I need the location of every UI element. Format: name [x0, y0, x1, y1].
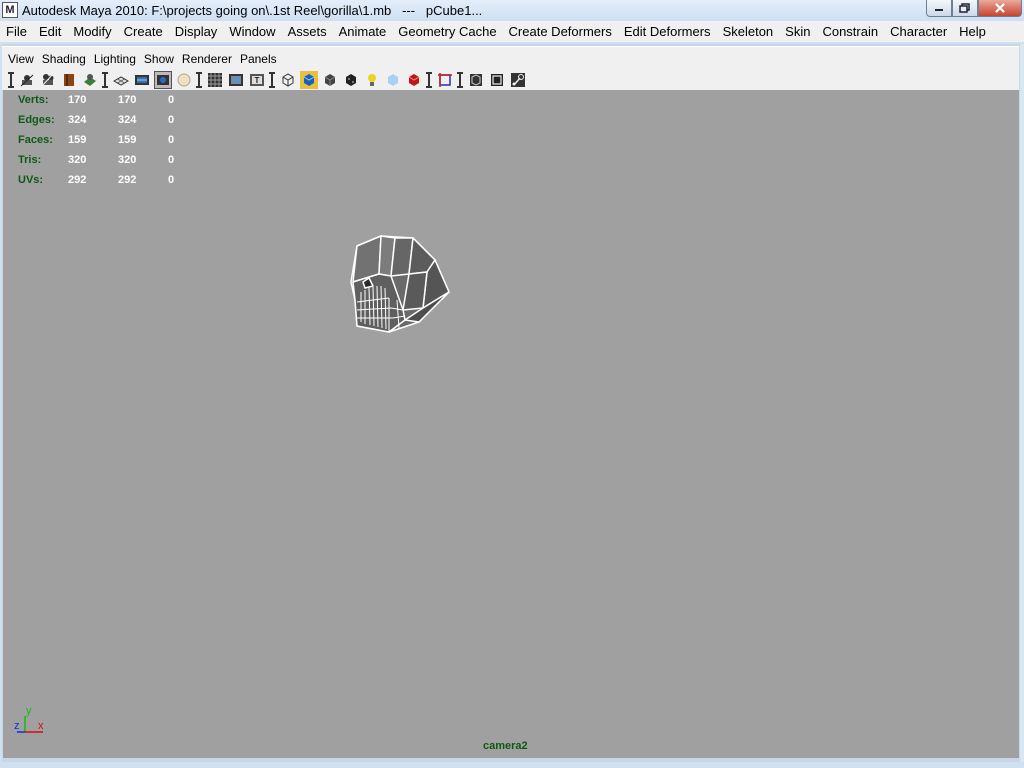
textured-icon[interactable]	[342, 71, 360, 89]
safe-action-icon[interactable]	[227, 71, 245, 89]
hud-row: Faces: 159 159 0	[18, 130, 188, 150]
gate-mask-icon[interactable]	[175, 71, 193, 89]
panel-menu-panels[interactable]: Panels	[236, 52, 281, 66]
axis-x-label: x	[38, 720, 44, 732]
poly-count-hud: Verts: 170 170 0 Edges: 324 324 0 Faces: 159 159 0 T…	[18, 90, 188, 190]
hud-value-other: 0	[168, 114, 175, 126]
panel-menu-view[interactable]: View	[2, 52, 38, 66]
hud-value-total: 159	[118, 134, 137, 146]
close-button[interactable]	[978, 0, 1022, 17]
window-controls	[926, 0, 1022, 18]
shadows-icon[interactable]	[384, 71, 402, 89]
maximize-button[interactable]	[952, 0, 978, 17]
menu-skin[interactable]: Skin	[779, 21, 816, 42]
title-bar: M Autodesk Maya 2010: F:\projects going …	[0, 0, 1024, 21]
hud-value-selected: 320	[68, 154, 87, 166]
use-lights-icon[interactable]	[363, 71, 381, 89]
maximize-icon	[959, 3, 970, 13]
minimize-icon	[935, 9, 943, 11]
hud-value-total: 324	[118, 114, 137, 126]
resolution-gate-icon[interactable]	[153, 70, 172, 89]
bookmark-icon[interactable]	[60, 71, 78, 89]
toolbar-separator	[196, 71, 202, 88]
right-border	[1020, 44, 1024, 762]
backface-culling-icon[interactable]	[488, 71, 506, 89]
menu-character[interactable]: Character	[884, 21, 953, 42]
select-camera-icon[interactable]	[18, 71, 36, 89]
menu-edit[interactable]: Edit	[33, 21, 67, 42]
shade-default-icon[interactable]	[321, 71, 339, 89]
hud-value-other: 0	[168, 134, 175, 146]
hud-label: Verts:	[18, 94, 49, 106]
image-plane-icon[interactable]	[81, 71, 99, 89]
window-title: Autodesk Maya 2010: F:\projects going on…	[22, 3, 483, 18]
joint-xray-icon[interactable]	[509, 71, 527, 89]
toolbar-separator	[269, 71, 275, 88]
bottom-border	[0, 762, 1024, 768]
hud-value-total: 292	[118, 174, 137, 186]
panel-toolbar: T	[2, 69, 1019, 90]
menu-geometry-cache[interactable]: Geometry Cache	[392, 21, 502, 42]
toolbar-separator	[457, 71, 463, 88]
menu-display[interactable]: Display	[169, 21, 224, 42]
minimize-button[interactable]	[926, 0, 952, 17]
hud-label: Edges:	[18, 114, 55, 126]
maya-icon[interactable]: M	[2, 2, 18, 18]
hud-label: UVs:	[18, 174, 44, 186]
menu-animate[interactable]: Animate	[333, 21, 393, 42]
toolbar-separator	[8, 71, 14, 88]
toolbar-separator	[102, 71, 108, 88]
camera-name-label: camera2	[483, 740, 528, 752]
wireframe-icon[interactable]	[279, 71, 297, 89]
menu-skeleton[interactable]: Skeleton	[717, 21, 780, 42]
smooth-shade-icon[interactable]	[299, 70, 318, 89]
menu-window[interactable]: Window	[223, 21, 281, 42]
panel-menu-bar: View Shading Lighting Show Renderer Panels	[2, 46, 1019, 70]
hud-value-total: 170	[118, 94, 137, 106]
menu-create-deformers[interactable]: Create Deformers	[503, 21, 618, 42]
hud-label: Tris:	[18, 154, 42, 166]
close-icon	[995, 3, 1005, 13]
hud-row: UVs: 292 292 0	[18, 170, 188, 190]
hud-value-other: 0	[168, 94, 175, 106]
axis-z-label: z	[14, 720, 20, 732]
camera-attributes-icon[interactable]	[39, 71, 57, 89]
hud-value-selected: 159	[68, 134, 87, 146]
safe-title-icon[interactable]: T	[248, 71, 266, 89]
wireframe-on-shaded-icon[interactable]	[467, 71, 485, 89]
hud-row: Edges: 324 324 0	[18, 110, 188, 130]
menu-help[interactable]: Help	[953, 21, 992, 42]
xray-icon[interactable]	[405, 71, 423, 89]
isolate-select-icon[interactable]	[436, 71, 454, 89]
panel-menu-renderer[interactable]: Renderer	[178, 52, 236, 66]
menu-assets[interactable]: Assets	[282, 21, 333, 42]
main-menu-bar: File Edit Modify Create Display Window Assets A…	[0, 21, 1024, 42]
gorilla-head-mesh[interactable]	[343, 230, 463, 340]
hud-value-selected: 170	[68, 94, 87, 106]
hud-value-other: 0	[168, 154, 175, 166]
hud-label: Faces:	[18, 134, 53, 146]
hud-value-selected: 324	[68, 114, 87, 126]
view-axis-indicator: y x z	[14, 705, 44, 733]
grid-icon[interactable]	[112, 71, 130, 89]
hud-row: Tris: 320 320 0	[18, 150, 188, 170]
film-gate-icon[interactable]	[133, 71, 151, 89]
panel-menu-show[interactable]: Show	[140, 52, 178, 66]
svg-text:T: T	[254, 76, 259, 85]
hud-value-total: 320	[118, 154, 137, 166]
toolbar-separator	[426, 71, 432, 88]
panel-menu-shading[interactable]: Shading	[38, 52, 90, 66]
menu-constrain[interactable]: Constrain	[816, 21, 884, 42]
field-chart-icon[interactable]	[206, 71, 224, 89]
hud-value-other: 0	[168, 174, 175, 186]
panel-menu-lighting[interactable]: Lighting	[90, 52, 140, 66]
perspective-viewport[interactable]: Verts: 170 170 0 Edges: 324 324 0 Faces: 159 159 0 T…	[3, 90, 1019, 758]
hud-row: Verts: 170 170 0	[18, 90, 188, 110]
menu-edit-deformers[interactable]: Edit Deformers	[618, 21, 717, 42]
axis-y-label: y	[26, 705, 32, 717]
menu-create[interactable]: Create	[118, 21, 169, 42]
menu-file[interactable]: File	[0, 21, 33, 42]
hud-value-selected: 292	[68, 174, 87, 186]
menu-modify[interactable]: Modify	[67, 21, 117, 42]
